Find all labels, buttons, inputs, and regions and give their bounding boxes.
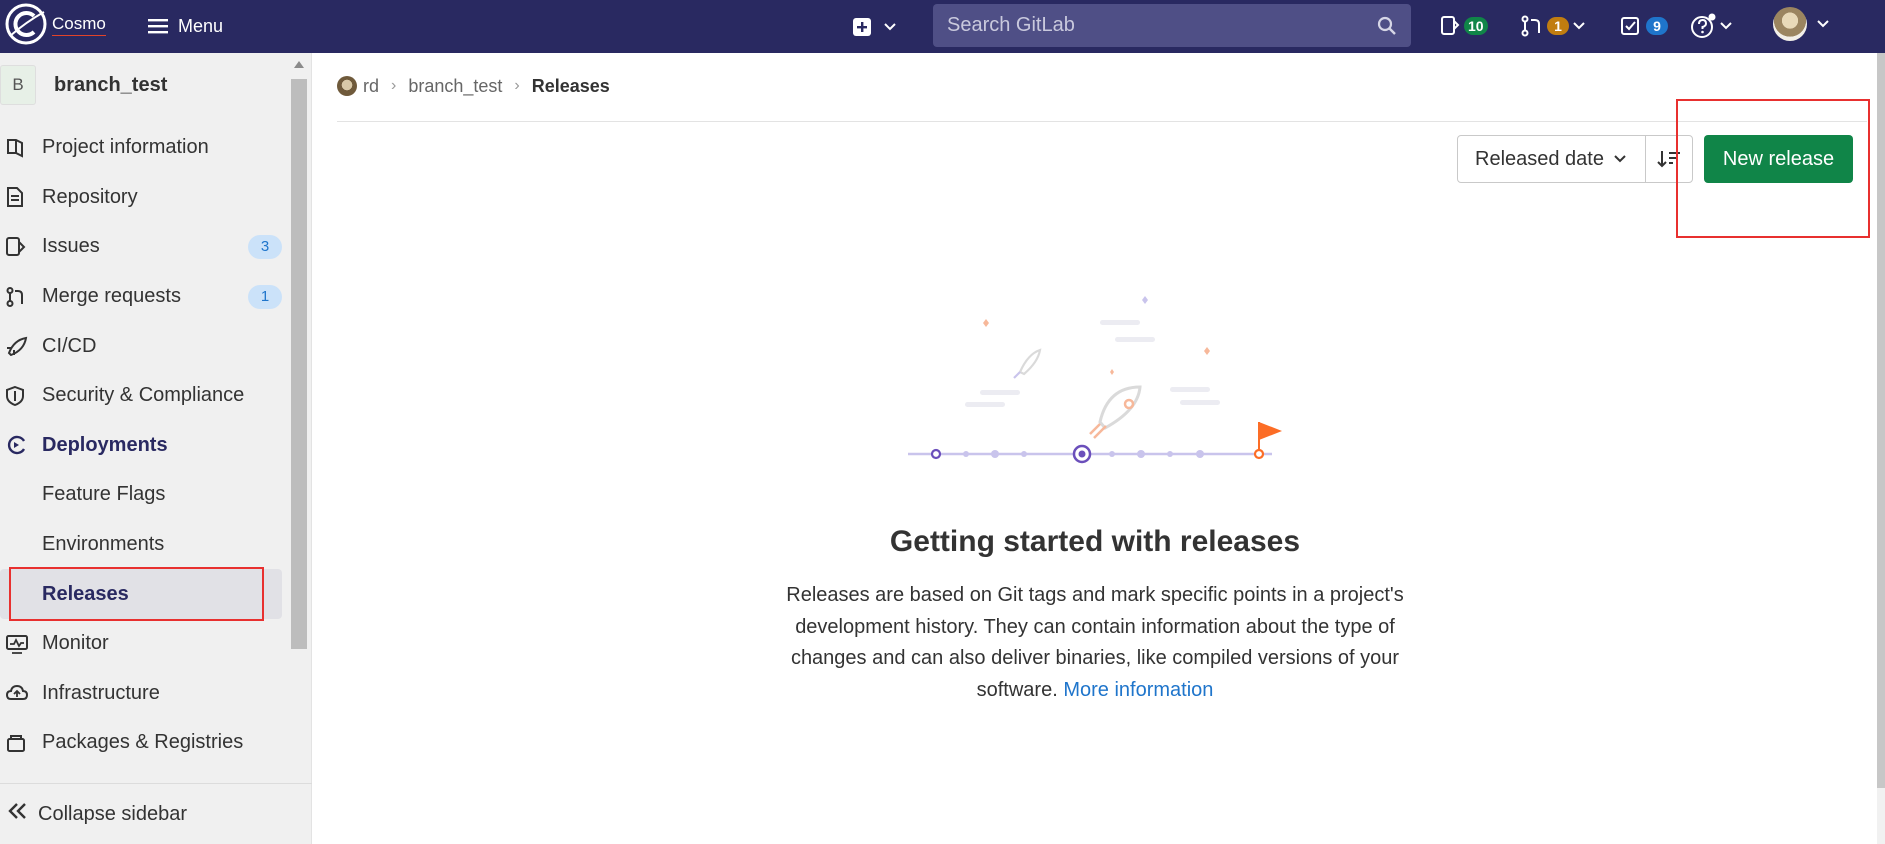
search-box[interactable] [933,4,1411,47]
chevron-down-icon [1573,22,1585,30]
issues-count-badge: 3 [248,235,282,260]
double-chevron-left-icon [8,802,28,826]
sidebar-item-repository[interactable]: Repository [0,173,290,223]
issues-count-badge: 10 [1464,17,1488,35]
cloud-icon [6,682,40,704]
merge-requests-nav-button[interactable]: 1 [1521,10,1585,42]
scroll-up-arrow-icon[interactable] [294,61,304,68]
sidebar-item-label: Repository [42,185,138,208]
sort-direction-button[interactable] [1646,136,1692,182]
sidebar-item-deployments[interactable]: Deployments [0,421,290,471]
sidebar-item-label: CI/CD [42,334,97,357]
chevron-down-icon [1720,22,1732,30]
chevron-down-icon [884,23,896,31]
collapse-sidebar-label: Collapse sidebar [38,802,187,825]
breadcrumb: rd › branch_test › Releases [337,74,610,98]
deployments-icon [6,434,40,456]
sidebar-project-header[interactable]: B branch_test [0,65,167,105]
sidebar-item-label: Packages & Registries [42,731,244,754]
package-box-icon [6,732,40,754]
scrollbar-thumb[interactable] [291,79,307,649]
scrollbar-thumb[interactable] [1877,53,1885,788]
brand-logo[interactable]: Cosmo [4,2,114,50]
sort-control: Released date [1457,135,1693,183]
todo-check-icon [1621,17,1639,35]
sidebar-item-label: Environments [42,533,165,556]
sidebar-item-ci-cd[interactable]: CI/CD [0,321,290,371]
search-icon [1377,16,1396,35]
chevron-down-icon [1614,155,1626,163]
monitor-icon [6,633,40,655]
help-menu-button[interactable] [1690,10,1732,42]
sidebar-scrollbar[interactable] [289,57,309,787]
merge-requests-count-badge: 1 [1547,17,1569,35]
repository-document-icon [6,186,40,208]
more-information-link[interactable]: More information [1063,679,1213,701]
menu-label: Menu [178,15,224,36]
rocket-icon [6,335,40,357]
merge-request-icon [1521,15,1540,37]
sidebar-item-label: Project information [42,136,209,159]
sidebar-item-label: Deployments [42,433,168,456]
merge-request-icon [6,286,40,308]
chevron-right-icon: › [514,77,520,94]
project-name: branch_test [54,73,168,96]
menu-button[interactable]: Menu [148,10,223,42]
sidebar-item-monitor[interactable]: Monitor [0,619,290,669]
breadcrumb-current[interactable]: Releases [532,76,610,97]
cosmo-logo-icon [5,3,47,45]
brand-name: Cosmo [52,14,106,36]
sidebar-nav: Project information Repository Issues 3 … [0,123,290,768]
todos-nav-button[interactable]: 9 [1620,10,1668,42]
new-release-button[interactable]: New release [1704,135,1853,183]
sort-field-dropdown[interactable]: Released date [1458,136,1646,182]
sidebar-item-label: Releases [42,582,129,605]
sidebar-item-feature-flags[interactable]: Feature Flags [0,470,290,520]
sidebar-item-label: Feature Flags [42,483,166,506]
breadcrumb-group-link[interactable]: rd [363,76,379,97]
sidebar-item-label: Security & Compliance [42,384,245,407]
issues-icon [1441,16,1460,35]
sidebar-item-label: Merge requests [42,285,181,308]
project-information-icon [6,137,40,159]
issues-nav-button[interactable]: 10 [1440,10,1488,42]
sidebar-item-security-compliance[interactable]: Security & Compliance [0,371,290,421]
sidebar-item-label: Infrastructure [42,681,160,704]
hamburger-icon [148,19,168,34]
breadcrumb-project-link[interactable]: branch_test [408,76,502,97]
sidebar-item-label: Monitor [42,632,109,655]
todos-count-badge: 9 [1646,17,1668,35]
releases-empty-state-illustration [908,296,1282,464]
plus-square-icon [853,18,871,36]
empty-state-title: Getting started with releases [889,525,1301,558]
sort-field-label: Released date [1475,147,1604,170]
shield-icon [6,385,40,407]
user-menu-button[interactable] [1773,7,1829,41]
top-navbar: Cosmo Menu 10 1 9 [0,0,1885,53]
chevron-down-icon [1817,20,1829,28]
sidebar-item-releases[interactable]: Releases [0,569,282,619]
chevron-right-icon: › [391,77,397,94]
sidebar: B branch_test Project information Reposi… [0,53,312,844]
sidebar-item-issues[interactable]: Issues 3 [0,222,290,272]
user-avatar [1773,7,1807,41]
sort-lowest-icon [1657,151,1680,168]
sidebar-item-project-information[interactable]: Project information [0,123,290,173]
sidebar-item-environments[interactable]: Environments [0,520,290,570]
sidebar-item-label: Issues [42,235,100,258]
page-scrollbar[interactable] [1877,53,1885,844]
merge-requests-count-badge: 1 [248,284,282,309]
sidebar-item-merge-requests[interactable]: Merge requests 1 [0,272,290,322]
collapse-sidebar-button[interactable]: Collapse sidebar [0,783,312,844]
empty-state-description: Releases are based on Git tags and mark … [760,580,1430,706]
project-avatar: B [0,65,36,105]
group-avatar [337,76,357,96]
new-dropdown-button[interactable] [852,12,896,42]
search-input[interactable] [947,14,1367,37]
issues-icon [6,236,40,258]
sidebar-item-packages-registries[interactable]: Packages & Registries [0,718,290,768]
divider [337,121,1867,122]
help-question-icon [1691,13,1716,38]
sidebar-item-infrastructure[interactable]: Infrastructure [0,669,290,719]
